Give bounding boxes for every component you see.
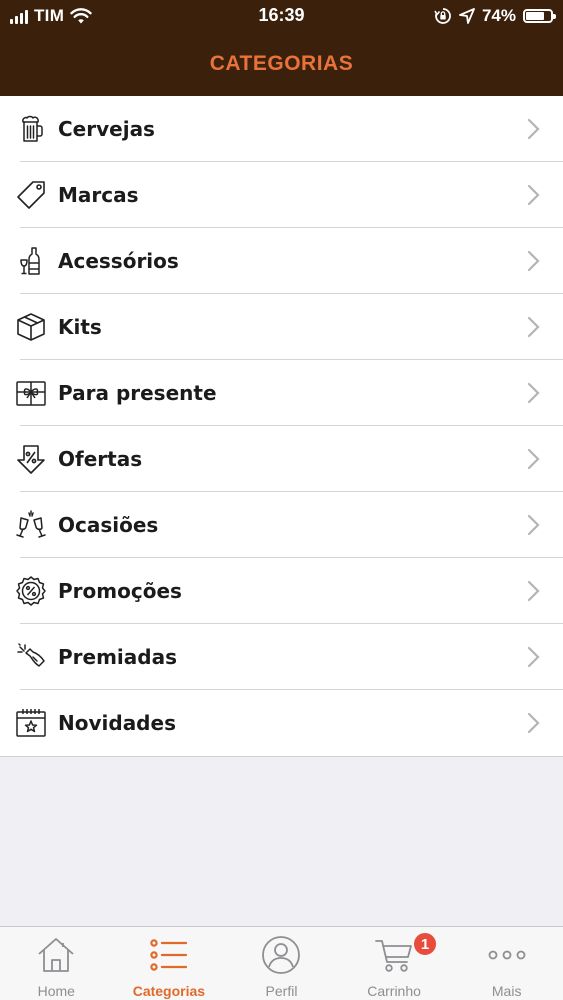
category-row-premiadas[interactable]: Premiadas bbox=[0, 624, 563, 690]
price-tag-icon bbox=[14, 179, 48, 211]
chevron-right-icon bbox=[527, 448, 540, 470]
category-row-kits[interactable]: Kits bbox=[0, 294, 563, 360]
chevron-right-icon bbox=[527, 316, 540, 338]
category-label: Acessórios bbox=[58, 249, 179, 273]
tab-label: Perfil bbox=[265, 983, 298, 999]
page-title: CATEGORIAS bbox=[209, 52, 354, 75]
category-label: Kits bbox=[58, 315, 102, 339]
battery-level-fill bbox=[526, 12, 544, 20]
chevron-right-icon bbox=[527, 118, 540, 140]
category-label: Premiadas bbox=[58, 645, 177, 669]
tab-mais[interactable]: Mais bbox=[450, 927, 563, 1000]
category-label: Cervejas bbox=[58, 117, 155, 141]
status-right: 74% bbox=[434, 4, 556, 28]
profile-icon bbox=[262, 936, 301, 974]
tab-home[interactable]: Home bbox=[0, 927, 113, 1000]
tab-categorias[interactable]: Categorias bbox=[113, 927, 226, 1000]
location-arrow-icon bbox=[459, 8, 475, 24]
gift-icon bbox=[14, 377, 48, 409]
bottle-glass-icon bbox=[14, 245, 48, 277]
tab-label: Home bbox=[37, 983, 75, 999]
category-label: Novidades bbox=[58, 711, 176, 735]
top-bar: TIM 16:39 74% CATEGORIAS bbox=[0, 0, 563, 96]
chevron-right-icon bbox=[527, 646, 540, 668]
champagne-bottle-icon bbox=[14, 641, 48, 673]
percent-down-icon bbox=[14, 443, 48, 475]
category-row-novidades[interactable]: Novidades bbox=[0, 690, 563, 756]
home-icon bbox=[38, 938, 74, 972]
chevron-right-icon bbox=[527, 382, 540, 404]
chevron-right-icon bbox=[527, 514, 540, 536]
category-row-acessorios[interactable]: Acessórios bbox=[0, 228, 563, 294]
box-icon bbox=[14, 311, 48, 343]
category-row-promocoes[interactable]: Promoções bbox=[0, 558, 563, 624]
tab-perfil[interactable]: Perfil bbox=[225, 927, 338, 1000]
category-row-marcas[interactable]: Marcas bbox=[0, 162, 563, 228]
category-label: Para presente bbox=[58, 381, 217, 405]
tab-carrinho[interactable]: 1 Carrinho bbox=[338, 927, 451, 1000]
battery-percent: 74% bbox=[481, 6, 516, 25]
app-screen: TIM 16:39 74% CATEGORIAS Cervejas Marcas… bbox=[0, 0, 563, 1000]
list-icon bbox=[150, 939, 187, 971]
chevron-right-icon bbox=[527, 712, 540, 734]
percent-badge-icon bbox=[14, 575, 48, 607]
category-row-ocasioes[interactable]: Ocasiões bbox=[0, 492, 563, 558]
cart-icon bbox=[375, 940, 412, 972]
category-label: Ofertas bbox=[58, 447, 143, 471]
tab-bar: Home Categorias Perfil 1 Carrinho Mais bbox=[0, 926, 563, 1000]
category-label: Promoções bbox=[58, 579, 182, 603]
battery-icon bbox=[523, 9, 556, 23]
beer-mug-icon bbox=[14, 113, 48, 145]
status-bar: TIM 16:39 74% bbox=[0, 0, 563, 32]
chevron-right-icon bbox=[527, 250, 540, 272]
tab-label: Categorias bbox=[132, 983, 206, 999]
category-label: Marcas bbox=[58, 183, 139, 207]
category-row-cervejas[interactable]: Cervejas bbox=[0, 96, 563, 162]
category-row-para-presente[interactable]: Para presente bbox=[0, 360, 563, 426]
category-list: Cervejas Marcas Acessórios Kits Para pre… bbox=[0, 96, 563, 757]
toast-glasses-icon bbox=[14, 509, 48, 541]
calendar-star-icon bbox=[14, 707, 48, 739]
more-icon bbox=[488, 950, 526, 960]
orientation-lock-icon bbox=[434, 8, 451, 24]
tab-label: Mais bbox=[491, 983, 522, 999]
cart-badge: 1 bbox=[412, 931, 439, 957]
tab-label: Carrinho bbox=[367, 983, 421, 999]
chevron-right-icon bbox=[527, 580, 540, 602]
category-label: Ocasiões bbox=[58, 513, 159, 537]
category-row-ofertas[interactable]: Ofertas bbox=[0, 426, 563, 492]
chevron-right-icon bbox=[527, 184, 540, 206]
